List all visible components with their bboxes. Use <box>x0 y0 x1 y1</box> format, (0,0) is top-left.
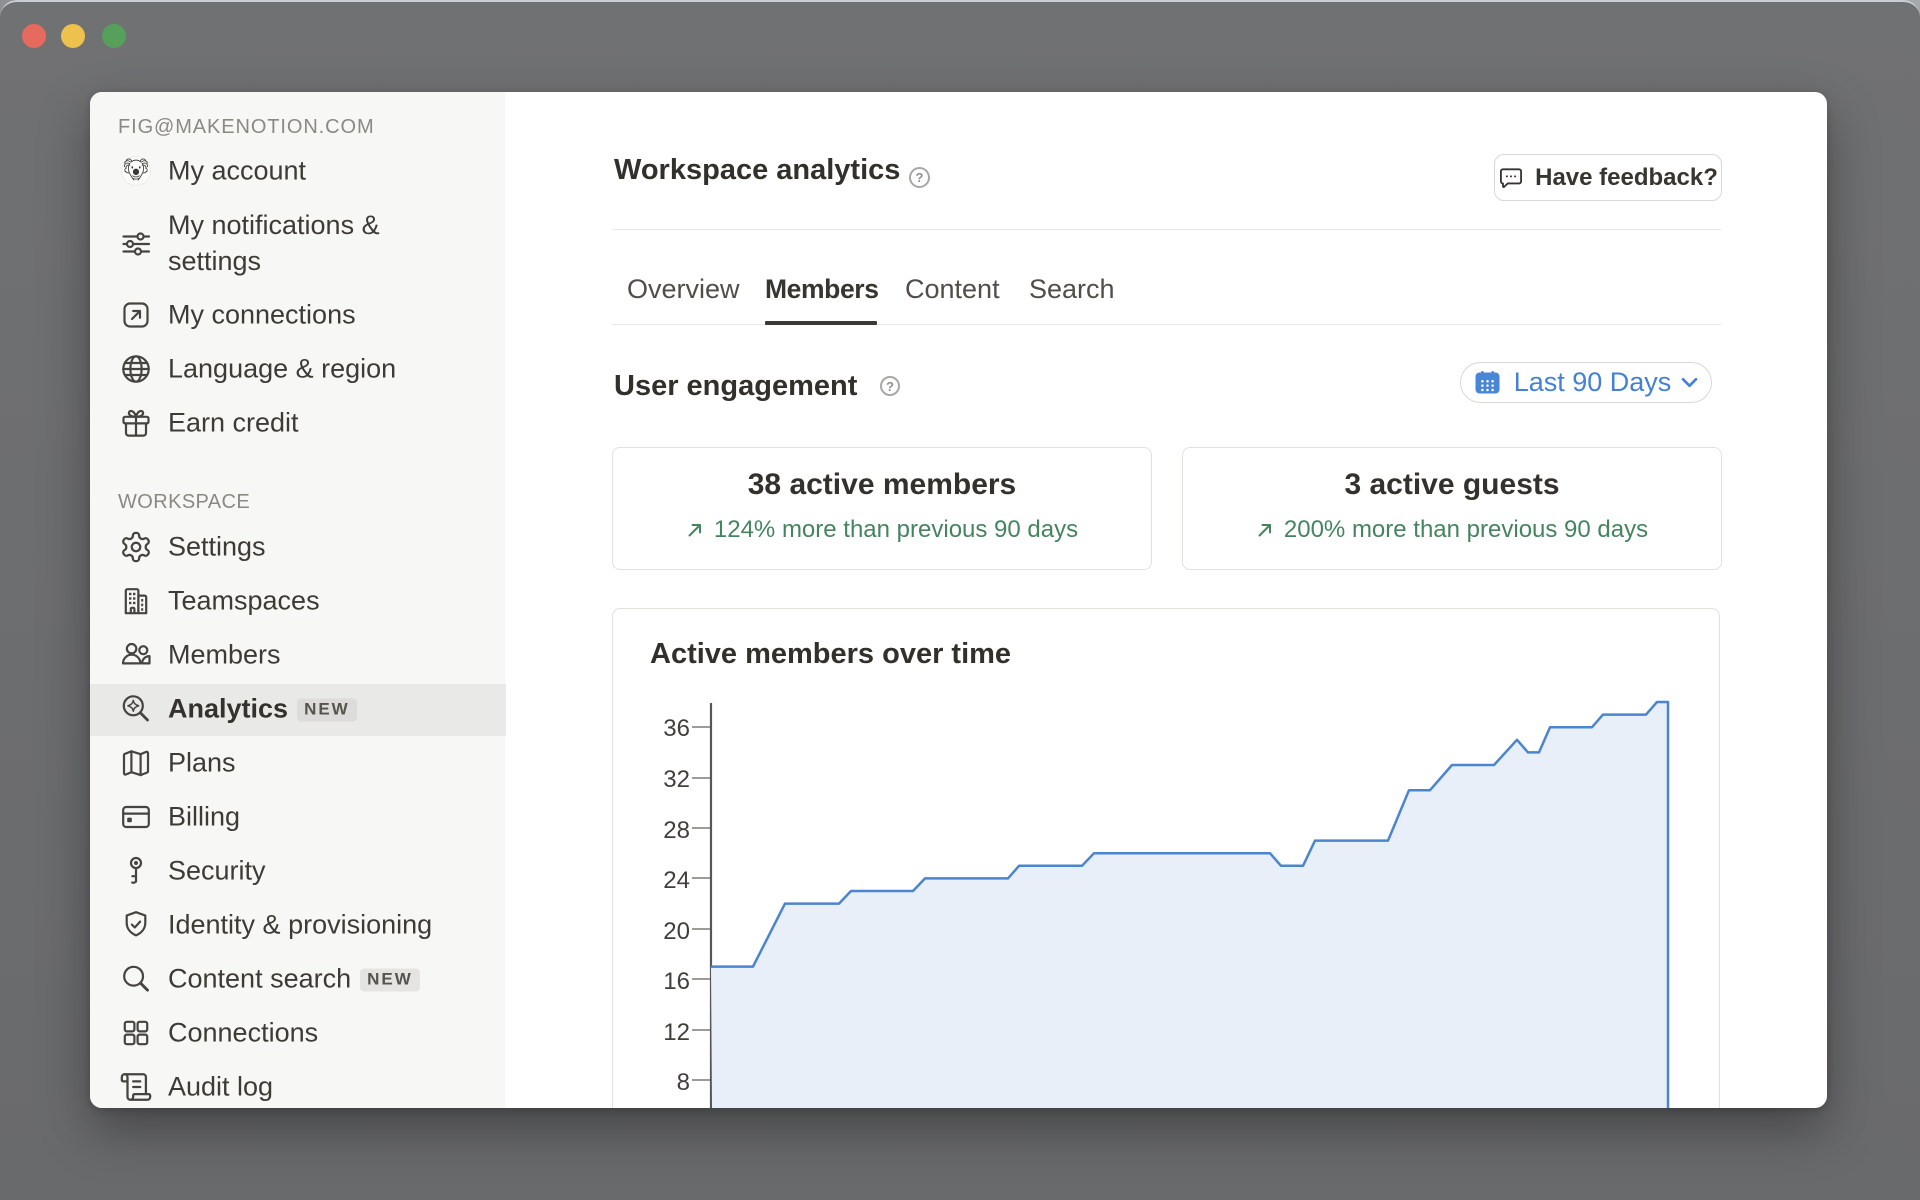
svg-text:32: 32 <box>663 766 690 793</box>
svg-text:12: 12 <box>663 1019 690 1046</box>
svg-text:24: 24 <box>663 867 690 894</box>
svg-text:16: 16 <box>663 968 690 995</box>
svg-text:8: 8 <box>677 1069 690 1096</box>
svg-text:28: 28 <box>663 817 690 844</box>
svg-text:20: 20 <box>663 918 690 945</box>
svg-text:36: 36 <box>663 715 690 742</box>
